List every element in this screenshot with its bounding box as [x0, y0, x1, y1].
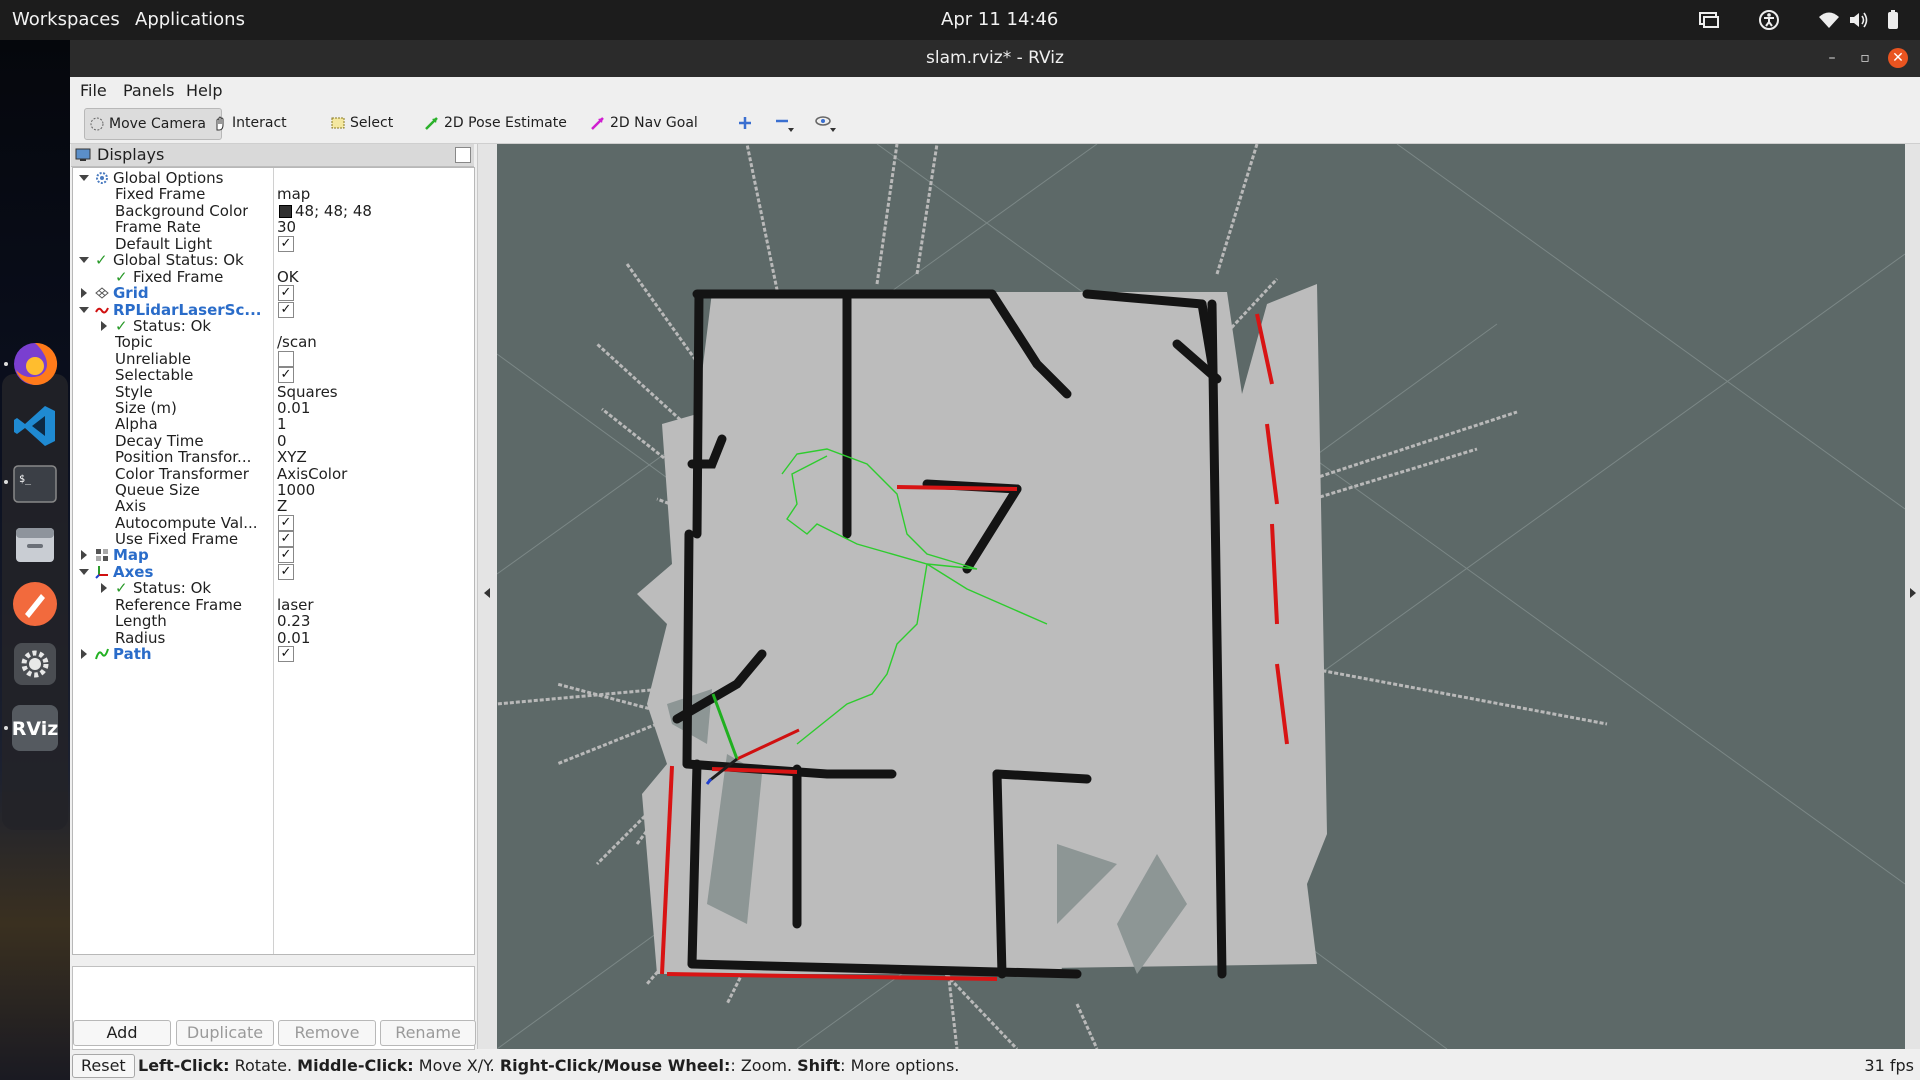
window-title: slam.rviz* - RViz	[926, 48, 1064, 68]
firefox-icon[interactable]	[11, 340, 59, 388]
path-enable-checkbox[interactable]: ✓	[278, 646, 294, 662]
expand-arrow-icon[interactable]	[79, 257, 89, 263]
running-indicator	[4, 480, 8, 484]
remove-tool-icon[interactable]	[774, 114, 798, 134]
expand-arrow-icon[interactable]	[81, 649, 87, 659]
tree-row-path[interactable]: Path ✓	[73, 644, 474, 664]
help-text: Left-Click: Rotate. Middle-Click: Move X…	[138, 1052, 959, 1080]
help-zoom: : Zoom.	[730, 1056, 798, 1075]
expand-arrow-icon[interactable]	[79, 175, 89, 181]
applications-menu[interactable]: Applications	[135, 0, 245, 40]
interact-tool[interactable]: Interact	[208, 108, 287, 138]
expand-arrow-icon[interactable]	[81, 288, 87, 298]
displays-panel-header: Displays	[71, 144, 474, 167]
left-panel-collapse-handle[interactable]	[477, 144, 499, 1049]
render-viewport[interactable]	[497, 144, 1905, 1049]
select-icon	[331, 117, 345, 129]
path-display-label: Path	[113, 645, 152, 663]
menu-help[interactable]: Help	[186, 81, 222, 100]
view-options-icon[interactable]	[814, 113, 840, 135]
help-middle-click: Middle-Click:	[297, 1056, 414, 1075]
dock: $_ RViz	[0, 40, 70, 1080]
select-label: Select	[350, 115, 394, 131]
help-more: : More options.	[840, 1056, 960, 1075]
pose-estimate-label: 2D Pose Estimate	[444, 115, 567, 131]
path-icon	[95, 648, 109, 660]
remove-display-button[interactable]: Remove	[278, 1020, 376, 1046]
move-camera-tool[interactable]: Move Camera	[84, 108, 222, 140]
screen-share-icon[interactable]	[1698, 9, 1720, 31]
expand-arrow-icon[interactable]	[79, 569, 89, 575]
workspaces-menu[interactable]: Workspaces	[12, 0, 120, 40]
add-tool-icon[interactable]	[736, 114, 754, 132]
slam-map-render[interactable]	[497, 144, 1905, 1049]
nav-goal-label: 2D Nav Goal	[610, 115, 698, 131]
rviz-icon[interactable]: RViz	[11, 704, 59, 752]
help-rotate: Rotate.	[229, 1056, 298, 1075]
displays-title: Displays	[97, 145, 165, 164]
grid-enable-checkbox[interactable]: ✓	[278, 285, 294, 301]
wifi-icon[interactable]	[1818, 9, 1840, 31]
menu-bar: File Panels Help	[70, 77, 1920, 103]
svg-text:$_: $_	[19, 474, 32, 485]
help-right-click: Right-Click/Mouse Wheel:	[499, 1056, 731, 1075]
minimize-button[interactable]: –	[1822, 48, 1842, 68]
files-icon[interactable]	[11, 520, 59, 568]
clock[interactable]: Apr 11 14:46	[941, 0, 1058, 40]
svg-text:RViz: RViz	[12, 718, 59, 740]
expand-right-icon[interactable]	[1910, 588, 1916, 598]
displays-panel: Displays Global Options Fixed Frame map …	[71, 144, 475, 1050]
nav-goal-tool[interactable]: 2D Nav Goal	[586, 108, 698, 138]
reset-button[interactable]: Reset	[72, 1054, 135, 1078]
hand-icon	[216, 116, 224, 131]
help-left-click: Left-Click:	[138, 1056, 230, 1075]
nav-goal-icon	[591, 117, 604, 130]
laser-scan-icon	[95, 307, 109, 314]
right-panel-collapse-handle[interactable]	[1905, 144, 1920, 1049]
displays-tree: Global Options Fixed Frame map Backgroun…	[72, 167, 475, 955]
collapse-left-icon[interactable]	[484, 588, 490, 598]
map-icon	[96, 549, 108, 561]
expand-arrow-icon[interactable]	[81, 550, 87, 560]
status-bar: Reset Left-Click: Rotate. Middle-Click: …	[70, 1052, 1920, 1080]
terminal-icon[interactable]: $_	[11, 460, 59, 508]
expand-arrow-icon[interactable]	[101, 583, 107, 593]
map-enable-checkbox[interactable]: ✓	[278, 547, 294, 563]
rename-display-button[interactable]: Rename	[380, 1020, 476, 1046]
system-top-bar: Workspaces Applications Apr 11 14:46	[0, 0, 1920, 40]
help-shift: Shift	[797, 1056, 841, 1075]
interact-label: Interact	[232, 115, 287, 131]
settings-icon[interactable]	[11, 640, 59, 688]
grid-icon	[95, 287, 109, 299]
move-camera-icon	[90, 117, 104, 131]
help-move: Move X/Y.	[413, 1056, 500, 1075]
expand-arrow-icon[interactable]	[101, 321, 107, 331]
pose-estimate-tool[interactable]: 2D Pose Estimate	[420, 108, 567, 138]
volume-icon[interactable]	[1847, 9, 1869, 31]
panel-float-button[interactable]	[455, 147, 471, 163]
battery-icon[interactable]	[1882, 9, 1904, 31]
move-camera-label: Move Camera	[109, 116, 206, 132]
selectable-checkbox[interactable]: ✓	[278, 367, 294, 383]
axes-icon	[95, 566, 108, 579]
menu-panels[interactable]: Panels	[123, 81, 175, 100]
close-button[interactable]: ✕	[1888, 48, 1908, 68]
text-editor-icon[interactable]	[11, 580, 59, 628]
window-titlebar: slam.rviz* - RViz – ▫ ✕	[70, 40, 1920, 77]
pose-estimate-icon	[425, 117, 438, 130]
vscode-icon[interactable]	[11, 402, 59, 450]
select-tool[interactable]: Select	[326, 108, 393, 138]
gear-icon	[96, 172, 108, 184]
running-indicator	[4, 362, 8, 366]
maximize-button[interactable]: ▫	[1855, 48, 1875, 68]
duplicate-display-button[interactable]: Duplicate	[176, 1020, 274, 1046]
fps-counter: 31 fps	[1864, 1056, 1914, 1075]
monitor-icon	[75, 148, 91, 161]
menu-file[interactable]: File	[80, 81, 107, 100]
add-display-button[interactable]: Add	[73, 1020, 171, 1046]
expand-arrow-icon[interactable]	[79, 307, 89, 313]
accessibility-icon[interactable]	[1758, 9, 1780, 31]
tool-bar: Move Camera Interact Select 2D Pose Esti…	[70, 103, 1920, 144]
running-indicator	[4, 726, 8, 730]
